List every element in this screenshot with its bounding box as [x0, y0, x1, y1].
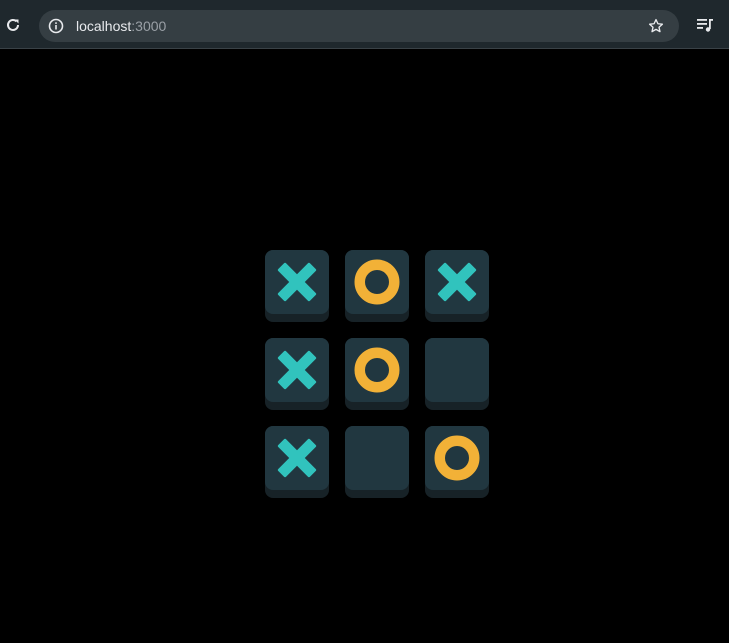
o-mark-icon — [434, 435, 480, 481]
cell-face — [265, 250, 329, 314]
browser-toolbar: localhost:3000 — [0, 0, 729, 49]
o-mark-icon — [354, 259, 400, 305]
board-cell-1-2[interactable] — [345, 250, 409, 322]
cell-face — [265, 338, 329, 402]
board-cell-3-2[interactable] — [345, 426, 409, 498]
board-cell-3-3[interactable] — [425, 426, 489, 498]
x-mark-icon — [277, 438, 317, 478]
cell-face — [425, 426, 489, 490]
o-mark-icon — [354, 347, 400, 393]
board-cell-1-1[interactable] — [265, 250, 329, 322]
cell-face — [425, 250, 489, 314]
url-text[interactable]: localhost:3000 — [76, 18, 166, 34]
x-mark-icon — [437, 262, 477, 302]
url-host: localhost — [76, 18, 132, 34]
cell-face — [345, 250, 409, 314]
cell-face — [345, 426, 409, 490]
info-icon[interactable] — [48, 18, 64, 34]
board-cell-3-1[interactable] — [265, 426, 329, 498]
board-cell-2-2[interactable] — [345, 338, 409, 410]
reload-icon[interactable] — [4, 16, 22, 34]
board-cell-2-3[interactable] — [425, 338, 489, 410]
x-mark-icon — [277, 262, 317, 302]
game-board — [265, 250, 489, 498]
x-mark-icon — [277, 350, 317, 390]
cell-face — [425, 338, 489, 402]
url-port: :3000 — [131, 18, 167, 34]
star-icon[interactable] — [647, 17, 665, 35]
address-bar[interactable]: localhost:3000 — [39, 10, 679, 42]
board-cell-2-1[interactable] — [265, 338, 329, 410]
cell-face — [265, 426, 329, 490]
media-queue-icon[interactable] — [696, 16, 714, 34]
board-cell-1-3[interactable] — [425, 250, 489, 322]
cell-face — [345, 338, 409, 402]
